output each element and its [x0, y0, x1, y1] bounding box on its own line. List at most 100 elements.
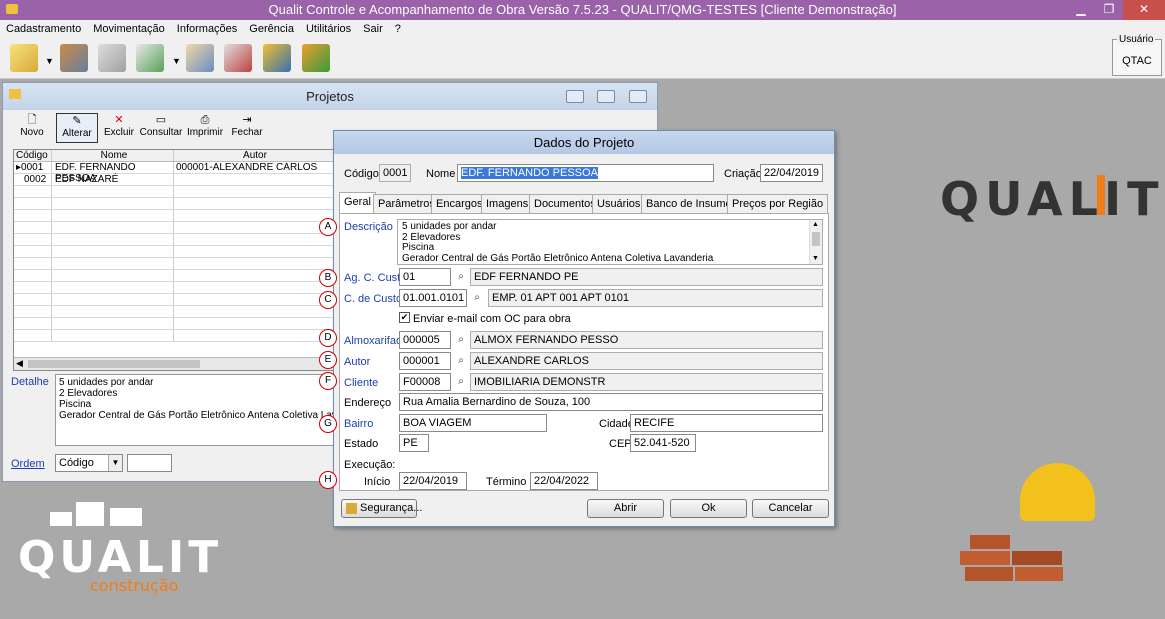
- estado-label: Estado: [344, 438, 379, 450]
- tab-precos-regiao[interactable]: Preços por Região: [727, 194, 829, 213]
- descricao-scrollbar[interactable]: ▲ ▼: [809, 220, 822, 264]
- ordem-search-input[interactable]: [127, 454, 172, 472]
- cidade-field[interactable]: RECIFE: [630, 414, 823, 432]
- lookup-icon[interactable]: ⌕: [470, 291, 484, 305]
- almoxarifado-code[interactable]: 000005: [399, 331, 451, 349]
- minimize-button[interactable]: ▁: [1067, 0, 1095, 20]
- lookup-icon[interactable]: ⌕: [454, 270, 468, 284]
- tools-icon[interactable]: [60, 44, 88, 72]
- cliente-label: Cliente: [344, 377, 379, 389]
- consultar-button[interactable]: ▭ Consultar: [139, 113, 183, 143]
- col-nome[interactable]: Nome: [52, 150, 174, 161]
- bairro-field[interactable]: BOA VIAGEM: [399, 414, 547, 432]
- cliente-code[interactable]: F00008: [399, 373, 451, 391]
- codigo-field[interactable]: 0001: [379, 164, 411, 182]
- consultar-label: Consultar: [139, 127, 183, 138]
- projetos-maximize-button[interactable]: [597, 90, 615, 103]
- scroll-left-icon[interactable]: ◀: [16, 358, 23, 369]
- exit-door-icon[interactable]: [302, 44, 330, 72]
- schedule-icon[interactable]: [224, 44, 252, 72]
- ccustos-code[interactable]: 01.001.0101: [399, 289, 467, 307]
- seguranca-button[interactable]: Segurança...: [341, 499, 422, 518]
- enviar-email-checkbox[interactable]: ✔: [399, 312, 410, 323]
- fechar-button[interactable]: ⇥ Fechar: [229, 113, 265, 143]
- termino-label: Término: [486, 476, 527, 488]
- scrollbar-thumb[interactable]: [28, 360, 200, 368]
- close-button[interactable]: ✕: [1123, 0, 1165, 20]
- dropdown-arrow-icon[interactable]: ▼: [45, 56, 54, 66]
- lookup-icon[interactable]: ⌕: [454, 333, 468, 347]
- detalhe-line: 2 Elevadores: [59, 388, 118, 399]
- tab-usuarios[interactable]: Usuários: [592, 194, 646, 213]
- endereco-field[interactable]: Rua Amalia Bernardino de Souza, 100: [399, 393, 823, 411]
- tab-geral[interactable]: Geral: [339, 192, 376, 214]
- tab-encargos[interactable]: Encargos: [431, 194, 488, 213]
- cep-field[interactable]: 52.041-520: [630, 434, 696, 452]
- nome-field[interactable]: EDF. FERNANDO PESSOA: [457, 164, 714, 182]
- ordem-select[interactable]: Código ▼: [55, 454, 123, 472]
- projetos-close-button[interactable]: [629, 90, 647, 103]
- nome-label: Nome: [426, 168, 456, 180]
- projects-icon[interactable]: [10, 44, 38, 72]
- col-autor[interactable]: Autor: [174, 150, 334, 161]
- menu-informacoes[interactable]: Informações: [171, 23, 244, 35]
- imprimir-button[interactable]: ⎙ Imprimir: [185, 113, 225, 143]
- autor-code[interactable]: 000001: [399, 352, 451, 370]
- cidade-label: Cidade: [599, 418, 634, 430]
- qualit-logo-text: QUALIT: [940, 172, 1165, 226]
- grid-horizontal-scrollbar[interactable]: ◀: [14, 357, 334, 370]
- detalhe-line: 5 unidades por andar: [59, 377, 154, 388]
- lookup-icon[interactable]: ⌕: [454, 375, 468, 389]
- menu-bar: Cadastramento Movimentação Informações G…: [0, 20, 1165, 37]
- menu-cadastramento[interactable]: Cadastramento: [0, 23, 87, 35]
- estado-field[interactable]: PE: [399, 434, 429, 452]
- col-codigo[interactable]: Código: [14, 150, 52, 161]
- excluir-button[interactable]: ✕ Excluir: [101, 113, 137, 143]
- tab-parametros[interactable]: Parâmetros: [373, 194, 440, 213]
- table-row[interactable]: 0002 EDF NAZARÉ: [14, 174, 334, 186]
- detalhe-textarea[interactable]: 5 unidades por andar 2 Elevadores Piscin…: [55, 374, 335, 446]
- table-row[interactable]: ▸0001 EDF. FERNANDO PESSOA 000001-ALEXAN…: [14, 162, 334, 184]
- projetos-grid[interactable]: Código Nome Autor ▸0001 EDF. FERNANDO PE…: [13, 149, 335, 371]
- cell-autor: 000001-ALEXANDRE CARLOS: [176, 162, 318, 173]
- alterar-label: Alterar: [62, 128, 92, 139]
- ok-button[interactable]: Ok: [670, 499, 747, 518]
- scroll-down-icon[interactable]: ▼: [812, 254, 819, 265]
- spreadsheet-icon[interactable]: [136, 44, 164, 72]
- app-title: Qualit Controle e Acompanhamento de Obra…: [268, 2, 897, 17]
- termino-field[interactable]: 22/04/2022: [530, 472, 598, 490]
- ag-ccustos-code[interactable]: 01: [399, 268, 451, 286]
- construcao-text: construção: [90, 576, 179, 595]
- marker-a: A: [319, 218, 337, 236]
- search-users-icon[interactable]: [263, 44, 291, 72]
- ordem-value: Código: [59, 457, 94, 469]
- cell-codigo: 0001: [21, 162, 44, 173]
- dropdown-arrow-icon[interactable]: ▼: [172, 56, 181, 66]
- report-icon[interactable]: [186, 44, 214, 72]
- lookup-icon[interactable]: ⌕: [454, 354, 468, 368]
- alterar-button[interactable]: ✎ Alterar: [56, 113, 98, 143]
- projetos-minimize-button[interactable]: [566, 90, 584, 103]
- descricao-textarea[interactable]: 5 unidades por andar 2 Elevadores Piscin…: [397, 219, 823, 265]
- calendar-icon[interactable]: [98, 44, 126, 72]
- criacao-field[interactable]: 22/04/2019: [760, 164, 823, 182]
- menu-movimentacao[interactable]: Movimentação: [87, 23, 171, 35]
- tab-documentos[interactable]: Documentos: [529, 194, 601, 213]
- restore-button[interactable]: ❐: [1095, 0, 1123, 20]
- tab-imagens[interactable]: Imagens: [481, 194, 534, 213]
- cancelar-button[interactable]: Cancelar: [752, 499, 829, 518]
- fechar-label: Fechar: [231, 127, 263, 138]
- scrollbar-thumb[interactable]: [812, 232, 820, 246]
- menu-utilitarios[interactable]: Utilitários: [300, 23, 357, 35]
- abrir-button[interactable]: Abrir: [587, 499, 664, 518]
- novo-button[interactable]: 🗋 Novo: [15, 113, 49, 143]
- inicio-field[interactable]: 22/04/2019: [399, 472, 467, 490]
- menu-help[interactable]: ?: [389, 23, 407, 35]
- chevron-down-icon[interactable]: ▼: [108, 455, 122, 471]
- marker-g: G: [319, 415, 337, 433]
- menu-sair[interactable]: Sair: [357, 23, 389, 35]
- menu-gerencia[interactable]: Gerência: [243, 23, 300, 35]
- marker-e: E: [319, 351, 337, 369]
- scroll-up-icon[interactable]: ▲: [812, 220, 819, 231]
- endereco-label: Endereço: [344, 397, 392, 409]
